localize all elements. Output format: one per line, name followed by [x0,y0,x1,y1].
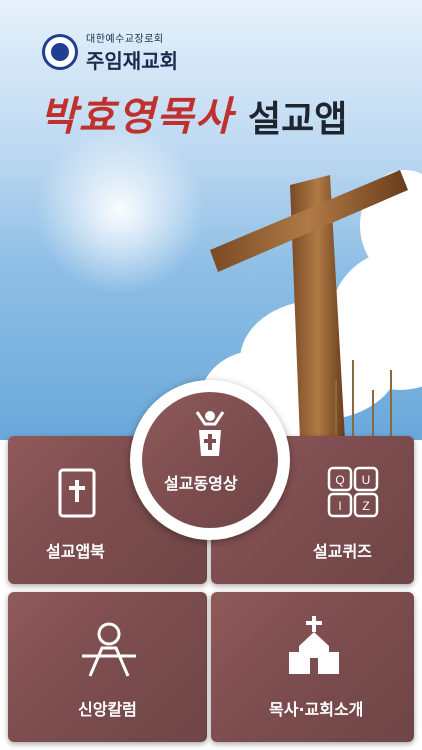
pastor-church-intro-label: 목사·교회소개 [269,700,364,719]
title-app: 설교앱 [248,99,348,140]
church-seal-icon [42,34,78,70]
denomination-text: 대한예수교장로회 [86,34,164,45]
sermon-book-label: 설교앱북 [46,542,105,561]
sermon-quiz-label: 설교퀴즈 [313,542,372,561]
title-pastor-name: 박효영목사 [40,93,234,140]
pastor-church-intro-button[interactable]: 목사·교회소개 [211,592,414,742]
grass [372,390,374,440]
sermon-video-button[interactable]: 설교동영상 [130,380,290,540]
church-header: 대한예수교장로회 주임재교회 [42,30,178,74]
quiz-icon: Q U I Z [327,466,379,518]
grass [335,380,337,440]
jesus-icon [82,622,136,677]
church-building-icon [289,616,339,674]
sermon-video-label: 설교동영상 [164,474,238,493]
app-title: 박효영목사 설교앱 [40,84,347,142]
preacher-podium-icon [195,411,225,456]
quiz-letter: Q [335,473,344,487]
bible-icon [58,468,96,518]
quiz-letter: Z [362,499,369,513]
faith-column-label: 신앙칼럼 [78,700,137,719]
quiz-letter: I [338,499,341,513]
faith-column-button[interactable]: 신앙칼럼 [8,592,207,742]
quiz-letter: U [362,473,371,487]
grass [390,370,392,440]
church-name: 주임재교회 [86,49,178,73]
grass [352,360,354,440]
